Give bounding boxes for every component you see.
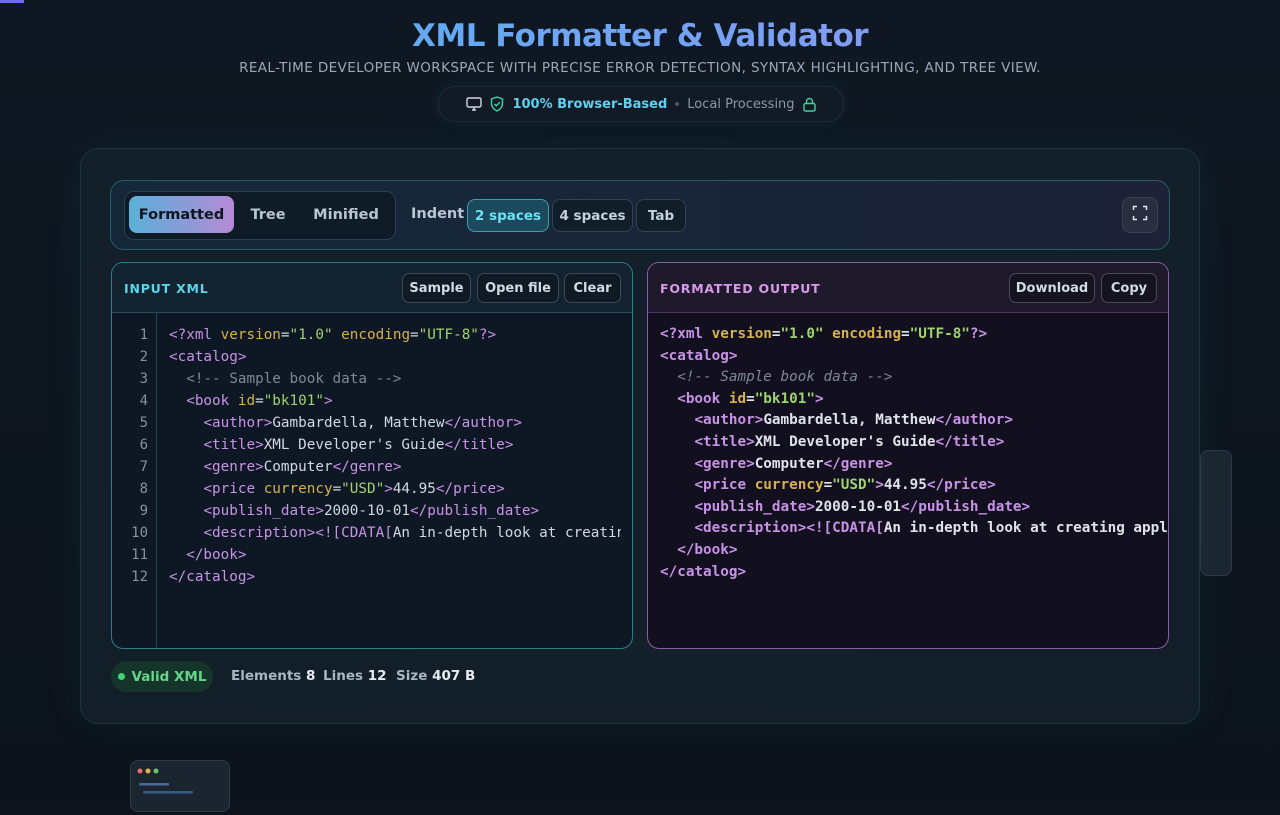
line-number: 1 [139, 327, 148, 343]
line-number: 6 [139, 437, 148, 453]
input-code-line: <genre>Computer</genre> [203, 459, 402, 475]
valid-xml-badge: Valid XML [111, 661, 213, 692]
output-code-line: <book id="bk101"> [677, 390, 824, 407]
output-code-line: <catalog> [660, 347, 738, 364]
output-code-line: </book> [677, 542, 738, 558]
clear-button[interactable]: Clear [564, 273, 621, 303]
output-code-line: <!-- Sample book data --> [677, 369, 893, 386]
indent-tab-button[interactable]: Tab [636, 199, 686, 232]
line-number: 10 [131, 525, 148, 541]
input-code-line: <catalog> [169, 349, 247, 365]
indent-2-spaces-button[interactable]: 2 spaces [467, 199, 549, 232]
line-number: 12 [131, 569, 148, 585]
output-code-line: <description><![CDATA[An in-depth look a… [694, 520, 1168, 537]
input-code-line: </book> [186, 547, 247, 563]
shield-check-icon [490, 96, 504, 112]
lines-label: Lines [323, 668, 364, 684]
input-code-line: <book id="bk101"> [186, 393, 333, 409]
lines-value: 12 [367, 668, 387, 684]
background-decoration [1200, 450, 1232, 576]
input-panel-header: INPUT XML Sample Open file Clear [112, 263, 632, 313]
input-code-line: <description><![CDATA[An in-depth look a… [203, 525, 621, 541]
input-xml-editor[interactable]: <?xml version="1.0" encoding="UTF-8"?> <c… [169, 325, 621, 625]
line-number: 8 [139, 481, 148, 497]
badge-separator [675, 102, 680, 106]
input-code-line: <!-- Sample book data --> [186, 371, 402, 387]
badge-local-processing: Local Processing [687, 96, 795, 112]
page-title: XML Formatter & Validator [0, 18, 1280, 54]
line-number: 11 [131, 547, 148, 563]
hero-header: XML Formatter & Validator REAL-TIME DEVE… [0, 18, 1280, 76]
input-code-line: </catalog> [169, 569, 256, 585]
expand-icon [1132, 205, 1148, 225]
tab-formatted[interactable]: Formatted [129, 196, 234, 233]
output-code-line: <?xml version="1.0" encoding="UTF-8"?> [660, 326, 988, 342]
output-code-line: <genre>Computer</genre> [694, 455, 893, 472]
open-file-button[interactable]: Open file [477, 273, 559, 303]
size-info: Size 407 B [396, 668, 475, 684]
line-number: 9 [139, 503, 148, 519]
elements-count: Elements 8 [231, 668, 315, 684]
tab-minified[interactable]: Minified [302, 196, 390, 233]
badge-browser-based: 100% Browser-Based [512, 96, 668, 112]
copy-button[interactable]: Copy [1101, 273, 1157, 303]
input-code-line: <?xml version="1.0" encoding="UTF-8"?> [169, 327, 497, 343]
monitor-icon [466, 97, 483, 111]
size-value: 407 B [432, 668, 476, 684]
line-number: 3 [139, 371, 148, 387]
download-button[interactable]: Download [1009, 273, 1095, 303]
page-subtitle: REAL-TIME DEVELOPER WORKSPACE WITH PRECI… [239, 60, 1041, 76]
formatted-output-view: <?xml version="1.0" encoding="UTF-8"?> <c… [660, 324, 1168, 624]
input-panel-title: INPUT XML [124, 281, 209, 296]
input-code-line: <title>XML Developer's Guide</title> [203, 437, 514, 453]
output-panel-header: FORMATTED OUTPUT Download Copy [648, 263, 1168, 313]
indent-4-spaces-button[interactable]: 4 spaces [552, 199, 633, 232]
input-panel: INPUT XML Sample Open file Clear 1234567… [111, 262, 633, 649]
input-code-line: <publish_date>2000-10-01</publish_date> [203, 503, 540, 519]
elements-label: Elements [231, 668, 302, 684]
line-number: 5 [139, 415, 148, 431]
elements-value: 8 [306, 668, 316, 684]
valid-status-label: Valid XML [131, 668, 207, 685]
line-number: 7 [139, 459, 148, 475]
sample-button[interactable]: Sample [402, 273, 471, 303]
fullscreen-button[interactable] [1122, 197, 1158, 233]
output-code-line: <title>XML Developer's Guide</title> [694, 434, 1005, 450]
valid-status-dot [117, 673, 125, 680]
output-code-line: <price currency="USD">44.95</price> [694, 477, 996, 494]
output-panel-title: FORMATTED OUTPUT [660, 281, 821, 296]
input-code-line: <price currency="USD">44.95</price> [203, 481, 505, 497]
lines-count: Lines 12 [323, 668, 387, 684]
size-label: Size [396, 668, 428, 684]
line-number: 2 [139, 349, 148, 365]
tab-tree[interactable]: Tree [238, 196, 298, 233]
line-number: 4 [139, 393, 148, 409]
output-code-line: <publish_date>2000-10-01</publish_date> [694, 498, 1031, 515]
input-code-line: <author>Gambardella, Matthew</author> [203, 415, 522, 431]
indent-label: Indent [411, 206, 465, 222]
output-panel: FORMATTED OUTPUT Download Copy <?xml ver… [647, 262, 1169, 649]
lock-icon [802, 97, 816, 112]
output-code-line: </catalog> [660, 563, 747, 580]
background-window-preview [130, 760, 230, 812]
privacy-badge: 100% Browser-Based Local Processing [438, 86, 844, 122]
corner-accent [0, 0, 24, 3]
output-code-line: <author>Gambardella, Matthew</author> [694, 412, 1013, 429]
